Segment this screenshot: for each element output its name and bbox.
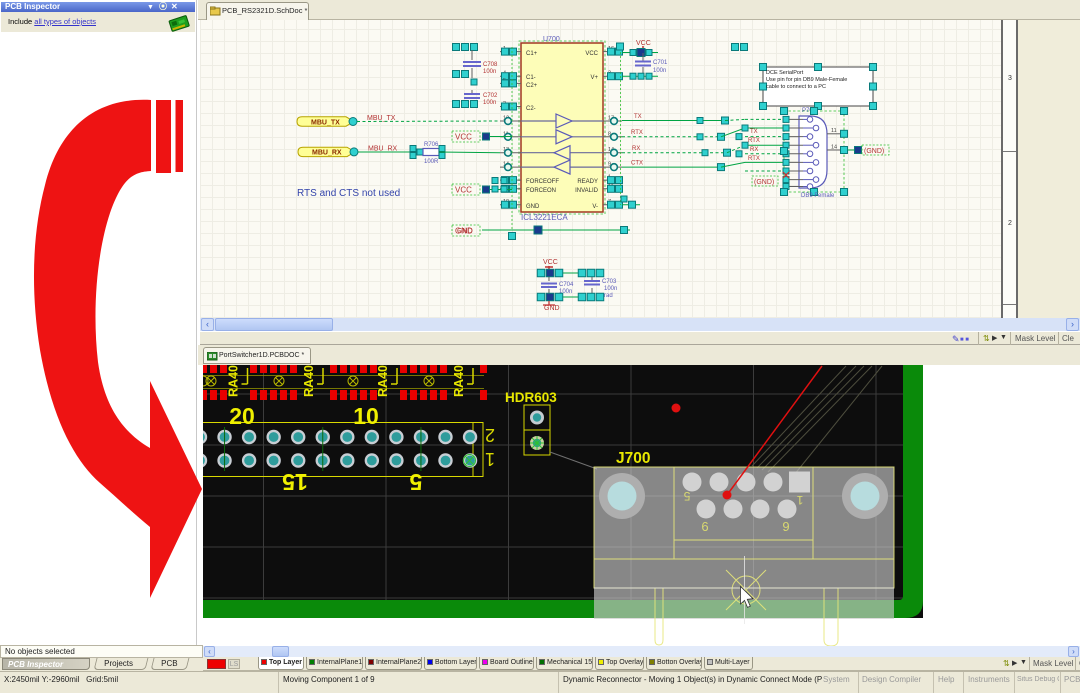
- svg-text:VCC: VCC: [585, 51, 598, 57]
- svg-text:INVALID: INVALID: [575, 188, 599, 194]
- svg-text:20: 20: [229, 403, 255, 429]
- svg-text:MBU_TX: MBU_TX: [311, 119, 340, 126]
- svg-text:HDR603: HDR603: [505, 390, 557, 405]
- svg-text:RTX: RTX: [748, 156, 760, 162]
- svg-text:RA40: RA40: [376, 365, 390, 397]
- svg-text:RX: RX: [750, 147, 758, 153]
- svg-text:cable to connect to a PC: cable to connect to a PC: [766, 84, 826, 90]
- svg-text:6: 6: [701, 519, 708, 534]
- svg-text:VCC: VCC: [455, 133, 472, 142]
- svg-text:1: 1: [485, 449, 495, 469]
- svg-text:C703: C703: [602, 279, 617, 285]
- svg-text:RA40: RA40: [452, 365, 466, 397]
- svg-text:2: 2: [485, 425, 495, 445]
- svg-text:10: 10: [353, 403, 379, 429]
- svg-text:VCC: VCC: [455, 186, 472, 195]
- svg-text:DCE SerialPort: DCE SerialPort: [766, 70, 804, 76]
- svg-text:V+: V+: [590, 75, 598, 81]
- svg-text:100n: 100n: [483, 100, 496, 106]
- svg-text:100n: 100n: [483, 69, 496, 75]
- svg-text:MBU_RX: MBU_RX: [368, 146, 398, 153]
- svg-text:V-: V-: [592, 204, 598, 210]
- svg-text:C708: C708: [483, 62, 498, 68]
- svg-text:RTX: RTX: [748, 138, 760, 144]
- svg-text:ICL3221ECA: ICL3221ECA: [521, 213, 568, 222]
- svg-text:Use pin for pin DB9 Male-Femal: Use pin for pin DB9 Male-Female: [766, 77, 847, 83]
- svg-text:MBU_RX: MBU_RX: [312, 150, 342, 157]
- svg-text:100n: 100n: [604, 286, 617, 292]
- svg-text:C2-: C2-: [526, 106, 536, 112]
- svg-text:GND: GND: [526, 204, 540, 210]
- svg-text:J700: J700: [616, 450, 650, 467]
- svg-text:C702: C702: [483, 93, 498, 99]
- svg-text:R706: R706: [424, 142, 439, 148]
- svg-text:C704: C704: [559, 282, 574, 288]
- svg-text:READY: READY: [577, 179, 598, 185]
- svg-text:C1-: C1-: [526, 75, 536, 81]
- svg-text:GND: GND: [544, 305, 560, 312]
- svg-text:9: 9: [782, 519, 789, 534]
- svg-text:5: 5: [409, 469, 422, 495]
- svg-text:5: 5: [683, 489, 690, 503]
- svg-text:C2+: C2+: [526, 83, 538, 89]
- svg-text:FORCEON: FORCEON: [526, 188, 556, 194]
- svg-text:11: 11: [831, 128, 837, 134]
- svg-text:TX: TX: [634, 114, 642, 120]
- svg-text:CTX: CTX: [631, 161, 643, 167]
- svg-text:1: 1: [796, 493, 803, 507]
- svg-text:U700: U700: [543, 36, 560, 43]
- svg-text:(GND): (GND): [754, 179, 774, 186]
- svg-text:(GND): (GND): [864, 148, 884, 155]
- svg-text:TX: TX: [750, 129, 758, 135]
- svg-text:RTS and CTS not used: RTS and CTS not used: [297, 188, 400, 199]
- svg-text:RTX: RTX: [631, 130, 643, 136]
- svg-text:rad: rad: [604, 293, 613, 299]
- svg-text:FORCEOFF: FORCEOFF: [526, 179, 559, 185]
- svg-text:100n: 100n: [653, 68, 666, 74]
- svg-text:DB9 Female: DB9 Female: [801, 193, 835, 199]
- svg-text:RX: RX: [632, 146, 640, 152]
- svg-text:VCC: VCC: [636, 40, 651, 47]
- svg-text:GND: GND: [457, 228, 473, 235]
- svg-text:VCC: VCC: [543, 259, 558, 266]
- svg-text:C1+: C1+: [526, 51, 538, 57]
- svg-text:15: 15: [282, 469, 308, 495]
- svg-text:100R: 100R: [424, 159, 439, 165]
- svg-text:RA40: RA40: [302, 365, 316, 397]
- svg-text:C701: C701: [653, 60, 668, 66]
